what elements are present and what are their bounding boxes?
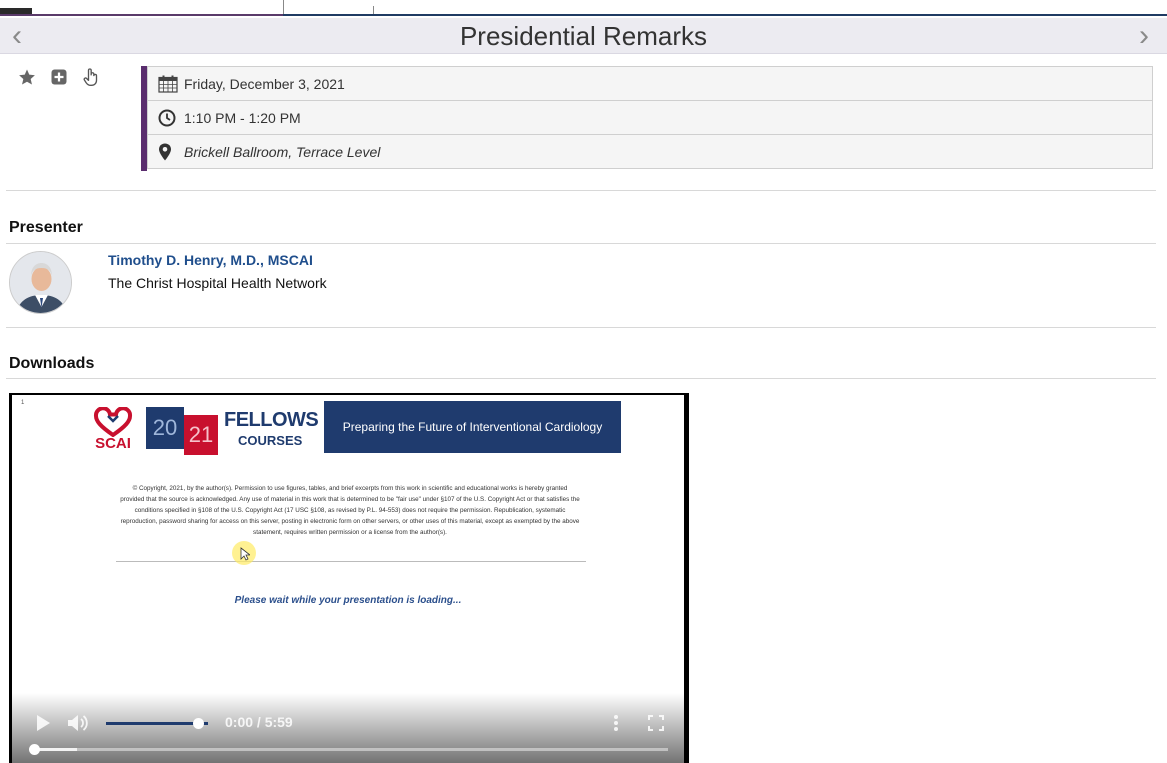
mouse-cursor-icon	[240, 547, 250, 561]
seek-bar[interactable]	[33, 748, 668, 751]
presenter-name-link[interactable]: Timothy D. Henry, M.D., MSCAI	[108, 252, 313, 268]
year-block-right: 21	[184, 415, 218, 455]
scai-logo-text: SCAI	[95, 435, 131, 452]
presenter-organization: The Christ Hospital Health Network	[108, 275, 327, 291]
courses-label: COURSES	[238, 433, 303, 448]
session-location-row: Brickell Ballroom, Terrace Level	[147, 135, 1153, 169]
divider	[6, 190, 1156, 191]
session-time-row: 1:10 PM - 1:20 PM	[147, 101, 1153, 135]
clock-icon	[158, 108, 180, 128]
title-bar: ‹ Presidential Remarks ›	[0, 18, 1167, 54]
downloads-heading: Downloads	[9, 355, 95, 372]
video-player[interactable]: 1 SCAI 20 21 FELLOWS COURSES Preparing t…	[9, 393, 689, 763]
divider	[6, 327, 1156, 328]
divider	[6, 378, 1156, 379]
page-title: Presidential Remarks	[459, 21, 708, 51]
slide-divider	[116, 561, 586, 562]
top-strip	[0, 0, 1167, 17]
play-icon[interactable]	[35, 714, 51, 737]
volume-icon[interactable]	[67, 713, 91, 738]
calendar-icon	[158, 74, 180, 94]
loading-message: Please wait while your presentation is l…	[234, 595, 462, 606]
session-date-row: Friday, December 3, 2021	[147, 66, 1153, 101]
more-options-icon[interactable]	[613, 714, 619, 737]
fullscreen-icon[interactable]	[648, 715, 664, 736]
presenter-avatar	[9, 251, 72, 314]
hand-pointer-icon[interactable]	[80, 66, 102, 88]
copyright-notice: © Copyright, 2021, by the author(s). Per…	[120, 485, 580, 536]
presenter-heading: Presenter	[9, 219, 83, 236]
seek-handle[interactable]	[29, 744, 40, 755]
slide-page-number: 1	[21, 400, 25, 406]
controls-overlay	[12, 693, 684, 763]
session-info: Friday, December 3, 2021 1:10 PM - 1:20 …	[141, 66, 1153, 171]
fellows-label: FELLOWS	[224, 409, 319, 431]
timecode: 0:00 / 5:59	[225, 714, 293, 730]
session-date: Friday, December 3, 2021	[184, 75, 345, 92]
plus-square-icon[interactable]	[48, 66, 70, 88]
slide-banner: Preparing the Future of Interventional C…	[324, 401, 621, 453]
session-actions	[16, 66, 102, 88]
star-icon[interactable]	[16, 66, 38, 88]
year-block-left: 20	[146, 407, 184, 449]
session-time: 1:10 PM - 1:20 PM	[184, 109, 301, 126]
volume-slider-handle[interactable]	[192, 718, 204, 729]
chevron-right-icon[interactable]: ›	[1129, 18, 1159, 54]
divider	[6, 243, 1156, 244]
map-pin-icon	[158, 142, 180, 162]
session-location: Brickell Ballroom, Terrace Level	[184, 143, 381, 160]
